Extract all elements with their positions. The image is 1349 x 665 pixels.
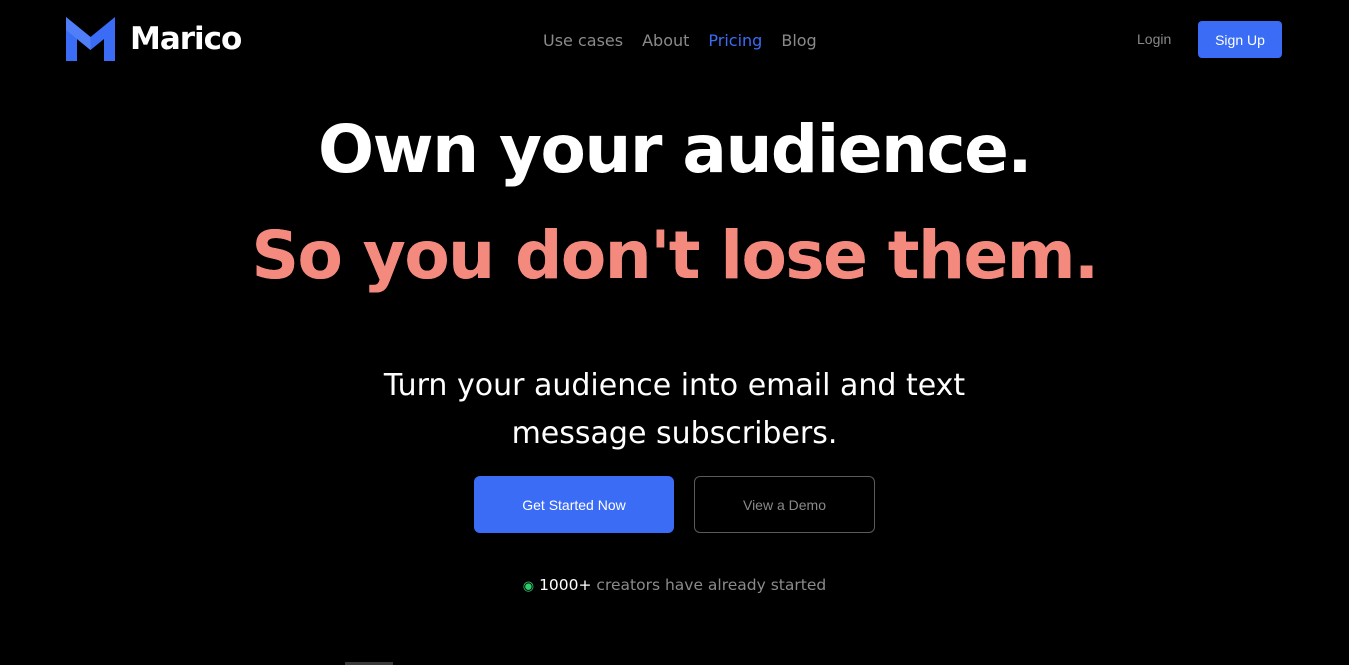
creator-count: 1000+	[539, 576, 592, 594]
social-proof-text: creators have already started	[591, 576, 827, 594]
main-nav: Use cases About Pricing Blog	[543, 28, 836, 52]
marico-logo-icon	[66, 17, 115, 61]
nav-link-about[interactable]: About	[642, 31, 689, 50]
brand-name: Marico	[130, 21, 242, 57]
landing-page: Marico Use cases About Pricing Blog Logi…	[0, 0, 1349, 665]
green-dot-icon: ◉	[522, 579, 535, 594]
social-proof: ◉ 1000+ creators have already started	[0, 574, 1349, 598]
hero-subheadline: So you don't lose them.	[0, 216, 1349, 296]
nav-link-pricing[interactable]: Pricing	[708, 31, 762, 50]
hero-description-line-1: Turn your audience into email and text	[383, 368, 966, 403]
hero-description: Turn your audience into email and text m…	[0, 362, 1349, 458]
get-started-button[interactable]: Get Started Now	[474, 476, 674, 533]
view-demo-button[interactable]: View a Demo	[694, 476, 875, 533]
hero-description-line-2: message subscribers.	[511, 416, 838, 451]
nav-link-use-cases[interactable]: Use cases	[543, 31, 623, 50]
nav-link-blog[interactable]: Blog	[781, 31, 816, 50]
brand-logo[interactable]: Marico	[66, 17, 242, 61]
login-link[interactable]: Login	[1137, 31, 1171, 47]
signup-button[interactable]: Sign Up	[1198, 21, 1282, 58]
hero-headline: Own your audience.	[317, 111, 1033, 188]
